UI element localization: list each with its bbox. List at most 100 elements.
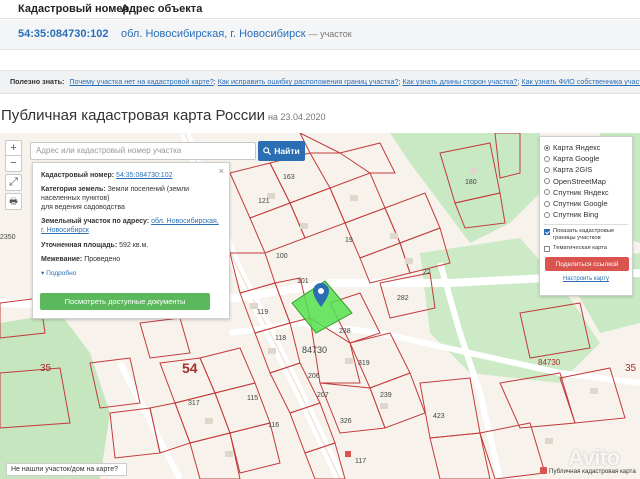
checkbox-icon — [544, 229, 550, 236]
info-more[interactable]: ▾ Подробно — [41, 269, 221, 278]
layer-option-osm[interactable]: OpenStreetMap — [544, 176, 628, 187]
map-credit: Публичная кадастровая карта — [540, 467, 636, 475]
minus-icon: − — [10, 157, 17, 169]
setup-map-link[interactable]: Настроить карту — [544, 276, 628, 282]
info-survey-value: Проведено — [84, 255, 121, 263]
layer-option-label: Карта 2GIS — [553, 165, 593, 175]
map-label: 84730 — [538, 358, 561, 367]
radio-icon — [544, 166, 550, 173]
map-label: 35 — [625, 363, 637, 374]
useful-label: Полезно знать: — [10, 77, 65, 86]
radio-icon — [544, 200, 550, 207]
share-link-button[interactable]: Поделиться ссылкой — [545, 257, 629, 272]
map-label: 206 — [308, 373, 320, 380]
layer-option-bing-satellite[interactable]: Спутник Bing — [544, 209, 628, 220]
search-input[interactable]: Адрес или кадастровый номер участка — [30, 142, 256, 160]
radio-icon — [544, 189, 550, 196]
layer-option-google-satellite[interactable]: Спутник Google — [544, 198, 628, 209]
poi-marker — [345, 451, 351, 457]
map-label: 2350 — [0, 234, 16, 241]
table-row: 54:35:084730:102 обл. Новосибирская, г. … — [0, 20, 640, 50]
useful-link-owner[interactable]: Как узнать ФИО собственника участка? — [521, 77, 640, 86]
more-link[interactable]: Подробно — [46, 270, 76, 277]
map-label: 101 — [297, 278, 309, 285]
col-header-address: Адрес объекта — [121, 3, 203, 15]
map-label: 238 — [339, 328, 351, 335]
map-label: 116 — [268, 422, 279, 429]
info-category: Категория земель: Земли поселений (земли… — [41, 185, 221, 212]
useful-link-fix-borders[interactable]: Как исправить ошибку расположения границ… — [218, 77, 399, 86]
map-label: 326 — [340, 418, 352, 425]
radio-icon — [544, 178, 550, 185]
info-address-label: Земельный участок по адресу: — [41, 218, 150, 226]
info-address: Земельный участок по адресу: обл. Новоси… — [41, 217, 221, 235]
info-survey-label: Межевание: — [41, 255, 83, 263]
address-suffix: — участок — [308, 29, 352, 39]
map-label: 54 — [182, 360, 198, 376]
thematic-map-checkbox[interactable]: Тематическая карта — [544, 245, 628, 253]
find-button[interactable]: Найти — [258, 141, 305, 161]
object-table: Кадастровый номер Адрес объекта 54:35:08… — [0, 0, 640, 50]
info-area: Уточненная площадь: 592 кв.м. — [41, 241, 221, 250]
useful-link-missing[interactable]: Почему участка нет на кадастровой карте? — [69, 77, 213, 86]
info-cadastral: Кадастровый номер: 54:35:084730:102 — [41, 171, 221, 180]
layer-option-yandex-map[interactable]: Карта Яндекс — [544, 142, 628, 153]
info-area-label: Уточненная площадь: — [41, 241, 118, 249]
address-link[interactable]: обл. Новосибирская, г. Новосибирск — [121, 28, 306, 40]
layer-option-label: Карта Яндекс — [553, 143, 601, 153]
map-label: 121 — [258, 198, 270, 205]
useful-link-side-lengths[interactable]: Как узнать длины сторон участка? — [403, 77, 518, 86]
layer-option-google-map[interactable]: Карта Google — [544, 153, 628, 164]
layer-option-label: Спутник Яндекс — [553, 187, 609, 197]
plus-icon: + — [10, 142, 17, 154]
search-placeholder: Адрес или кадастровый номер участка — [36, 146, 182, 155]
map-label: 317 — [188, 400, 200, 407]
layer-option-yandex-satellite[interactable]: Спутник Яндекс — [544, 187, 628, 198]
print-icon: 🖶 — [9, 196, 18, 206]
divider — [544, 224, 628, 226]
radio-icon — [544, 211, 550, 218]
location-pin-icon — [313, 283, 329, 307]
info-category-value2: для ведения садоводства — [41, 204, 125, 212]
map-label: 163 — [283, 174, 295, 181]
map-layers-panel: Карта Яндекс Карта Google Карта 2GIS Ope… — [539, 136, 633, 296]
layer-option-2gis-map[interactable]: Карта 2GIS — [544, 164, 628, 175]
layer-option-label: Спутник Bing — [553, 210, 599, 220]
page-title-date: на 23.04.2020 — [267, 112, 326, 122]
map-label: 19 — [345, 237, 353, 244]
fullscreen-button[interactable]: ⤢ — [5, 174, 22, 191]
search-icon — [263, 147, 272, 155]
map-label: 118 — [275, 335, 286, 342]
fullscreen-icon: ⤢ — [9, 176, 18, 188]
show-borders-label: Показать кадастровые границы участков — [553, 228, 615, 242]
parcel-info-card: × Кадастровый номер: 54:35:084730:102 Ка… — [32, 162, 230, 319]
close-icon[interactable]: × — [219, 166, 224, 176]
table-header-row: Кадастровый номер Адрес объекта — [0, 0, 640, 19]
info-survey: Межевание: Проведено — [41, 255, 221, 264]
layer-option-label: Спутник Google — [553, 199, 608, 209]
map-label: 100 — [276, 253, 288, 260]
cadastral-map[interactable]: 163 180 121 100 101 19 119 118 84730 238… — [0, 133, 640, 479]
map-label: 119 — [257, 309, 268, 316]
not-found-button[interactable]: Не нашли участок/дом на карте? — [6, 463, 127, 476]
cadastral-number-link[interactable]: 54:35:084730:102 — [18, 28, 109, 40]
map-label: 35 — [40, 363, 52, 374]
info-cadastral-link[interactable]: 54:35:084730:102 — [116, 172, 172, 179]
view-documents-button[interactable]: Посмотреть доступные документы — [40, 293, 210, 310]
print-button[interactable]: 🖶 — [5, 193, 22, 210]
map-label: 423 — [433, 413, 445, 420]
zoom-out-button[interactable]: − — [5, 155, 22, 172]
info-area-value: 592 кв.м. — [119, 241, 149, 249]
show-borders-checkbox[interactable]: Показать кадастровые границы участков — [544, 228, 628, 242]
col-header-cadastral: Кадастровый номер — [18, 3, 130, 15]
layer-option-label: Карта Google — [553, 154, 600, 164]
road — [117, 361, 183, 479]
page-title-text: Публичная кадастровая карта России — [1, 107, 265, 124]
radio-icon — [544, 155, 550, 162]
useful-links-bar: Полезно знать: Почему участка нет на кад… — [0, 70, 640, 94]
info-cadastral-label: Кадастровый номер: — [41, 172, 115, 179]
map-label: 84730 — [302, 345, 327, 355]
map-label: 22 — [423, 269, 431, 276]
forest-area — [0, 313, 110, 479]
map-label: 207 — [317, 392, 329, 399]
